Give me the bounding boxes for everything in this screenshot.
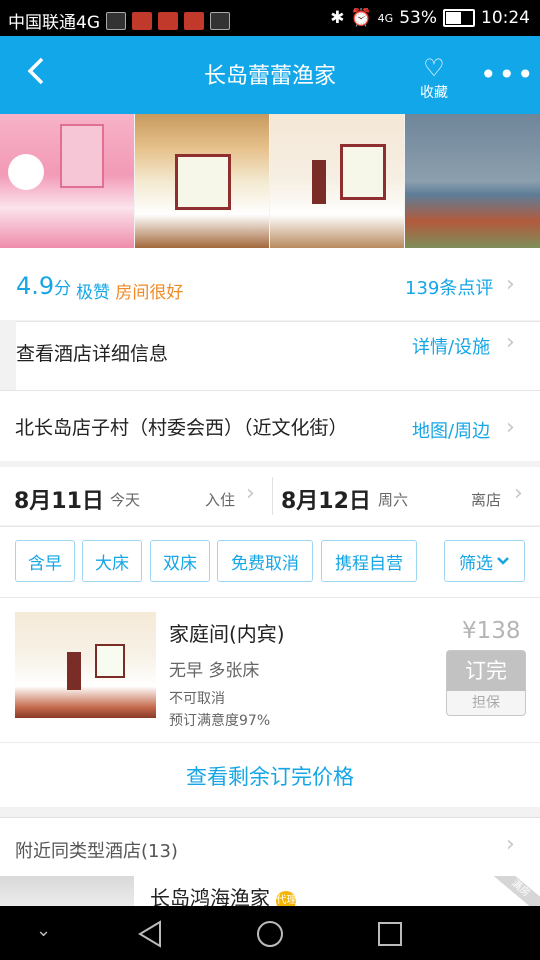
agent-badge: 代理 bbox=[276, 891, 297, 906]
chevron-down-icon bbox=[497, 557, 509, 565]
room-features: 无早 多张床 bbox=[169, 661, 260, 681]
nearby-hotel-item[interactable]: 长岛鸿海渔家 代理 满房 bbox=[0, 876, 540, 906]
checkin-date: 8月11日 bbox=[14, 489, 104, 514]
remaining-prices-label: 查看剩余订完价格 bbox=[186, 765, 354, 789]
room-photo[interactable] bbox=[15, 612, 156, 718]
hotel-photo[interactable] bbox=[135, 114, 269, 248]
rating-row[interactable]: 4.9分 极赞 房间很好 139条点评 › bbox=[0, 248, 540, 320]
filter-tag-free-cancel[interactable]: 免费取消 bbox=[217, 540, 313, 582]
map-link[interactable]: 地图/周边 bbox=[412, 417, 490, 443]
checkout-date: 8月12日 bbox=[281, 489, 371, 514]
hotel-thumbnail bbox=[0, 876, 134, 906]
filter-button[interactable]: 筛选 bbox=[444, 540, 525, 582]
status-bar: 中国联通4G ✱ ⏰ 4G 53% 10:24 bbox=[0, 0, 540, 36]
filter-tag-breakfast[interactable]: 含早 bbox=[15, 540, 75, 582]
rating-score: 4.9分 bbox=[16, 272, 72, 300]
filter-tag-king-bed[interactable]: 大床 bbox=[82, 540, 142, 582]
guarantee-label: 担保 bbox=[447, 691, 525, 715]
chevron-right-icon: › bbox=[514, 481, 523, 506]
hotel-photo[interactable] bbox=[270, 114, 404, 248]
more-dots-icon[interactable]: ••• bbox=[480, 58, 536, 91]
battery-percent: 53% bbox=[399, 8, 437, 28]
nearby-hotel-name: 长岛鸿海渔家 代理 bbox=[150, 882, 297, 906]
nearby-title: 附近同类型酒店(13) bbox=[15, 841, 178, 862]
back-triangle-icon[interactable] bbox=[136, 920, 164, 948]
system-nav-bar: ⌄ bbox=[0, 906, 540, 960]
room-name: 家庭间(内宾) bbox=[169, 622, 285, 646]
chevron-down-icon[interactable]: ⌄ bbox=[36, 920, 51, 941]
room-price: ¥138 bbox=[462, 618, 521, 644]
hotel-details-row[interactable]: 查看酒店详细信息 详情/设施 › bbox=[16, 321, 540, 391]
carrier-label: 中国联通4G bbox=[8, 13, 100, 33]
filter-label: 筛选 bbox=[459, 553, 493, 574]
checkin-label: 入住 bbox=[205, 491, 236, 509]
notification-icon bbox=[158, 11, 178, 30]
details-link[interactable]: 详情/设施 bbox=[412, 333, 490, 359]
room-notes: 不可取消 预订满意度97% bbox=[169, 688, 270, 732]
app-header: 长岛蕾蕾渔家 ♡ 收藏 ••• bbox=[0, 36, 540, 114]
reviews-link[interactable]: 139条点评 bbox=[405, 274, 493, 300]
cancel-policy: 不可取消 bbox=[169, 691, 225, 707]
book-label: 订完 bbox=[447, 651, 525, 691]
recents-square-icon[interactable] bbox=[376, 920, 404, 948]
divider bbox=[272, 477, 273, 515]
bluetooth-icon: ✱ bbox=[330, 8, 345, 28]
hotel-photo[interactable] bbox=[0, 114, 134, 248]
chevron-right-icon: › bbox=[506, 415, 515, 440]
notification-icon bbox=[132, 11, 152, 30]
chevron-right-icon: › bbox=[246, 481, 255, 506]
notification-icon bbox=[106, 11, 126, 30]
rating-summary: 极赞 房间很好 bbox=[76, 283, 184, 303]
book-button[interactable]: 订完 担保 bbox=[446, 650, 526, 716]
chevron-right-icon: › bbox=[506, 272, 515, 297]
checkout-day: 周六 bbox=[378, 491, 409, 509]
chevron-right-icon: › bbox=[506, 832, 515, 857]
home-circle-icon[interactable] bbox=[256, 920, 284, 948]
page-title: 长岛蕾蕾渔家 bbox=[203, 64, 336, 89]
nearby-hotels-row[interactable]: 附近同类型酒店(13) › bbox=[0, 817, 540, 876]
date-selector: 8月11日 今天 入住 › 8月12日 周六 离店 › bbox=[0, 467, 540, 525]
filter-tag-twin-bed[interactable]: 双床 bbox=[150, 540, 210, 582]
chevron-right-icon: › bbox=[506, 330, 515, 355]
heart-icon: ♡ bbox=[423, 54, 445, 82]
remaining-prices-button[interactable]: 查看剩余订完价格 bbox=[0, 742, 540, 807]
photo-gallery[interactable] bbox=[0, 114, 540, 248]
checkout-label: 离店 bbox=[471, 491, 502, 509]
battery-icon bbox=[443, 9, 475, 27]
alarm-icon: ⏰ bbox=[350, 8, 372, 28]
clock: 10:24 bbox=[481, 8, 530, 28]
address-row[interactable]: 北长岛店子村（村委会西）（近文化街） 地图/周边 › bbox=[0, 390, 540, 461]
room-card[interactable]: 家庭间(内宾) 无早 多张床 不可取消 预订满意度97% ¥138 订完 担保 bbox=[0, 597, 540, 743]
checkin-day: 今天 bbox=[110, 491, 141, 509]
filter-tag-ctrip-self[interactable]: 携程自营 bbox=[321, 540, 417, 582]
full-ribbon: 满房 bbox=[484, 876, 540, 906]
hotel-photo[interactable] bbox=[405, 114, 540, 248]
details-label: 查看酒店详细信息 bbox=[16, 343, 169, 365]
signal-icon: 4G bbox=[377, 11, 394, 25]
filter-bar: 含早 大床 双床 免费取消 携程自营 筛选 bbox=[0, 526, 540, 597]
notification-icon bbox=[184, 11, 204, 30]
favorite-label: 收藏 bbox=[420, 85, 448, 101]
address-text: 北长岛店子村（村委会西）（近文化街） bbox=[15, 417, 348, 439]
satisfaction-rate: 预订满意度97% bbox=[169, 713, 271, 729]
favorite-button[interactable]: ♡ 收藏 bbox=[412, 54, 456, 102]
notification-icon bbox=[210, 11, 230, 30]
